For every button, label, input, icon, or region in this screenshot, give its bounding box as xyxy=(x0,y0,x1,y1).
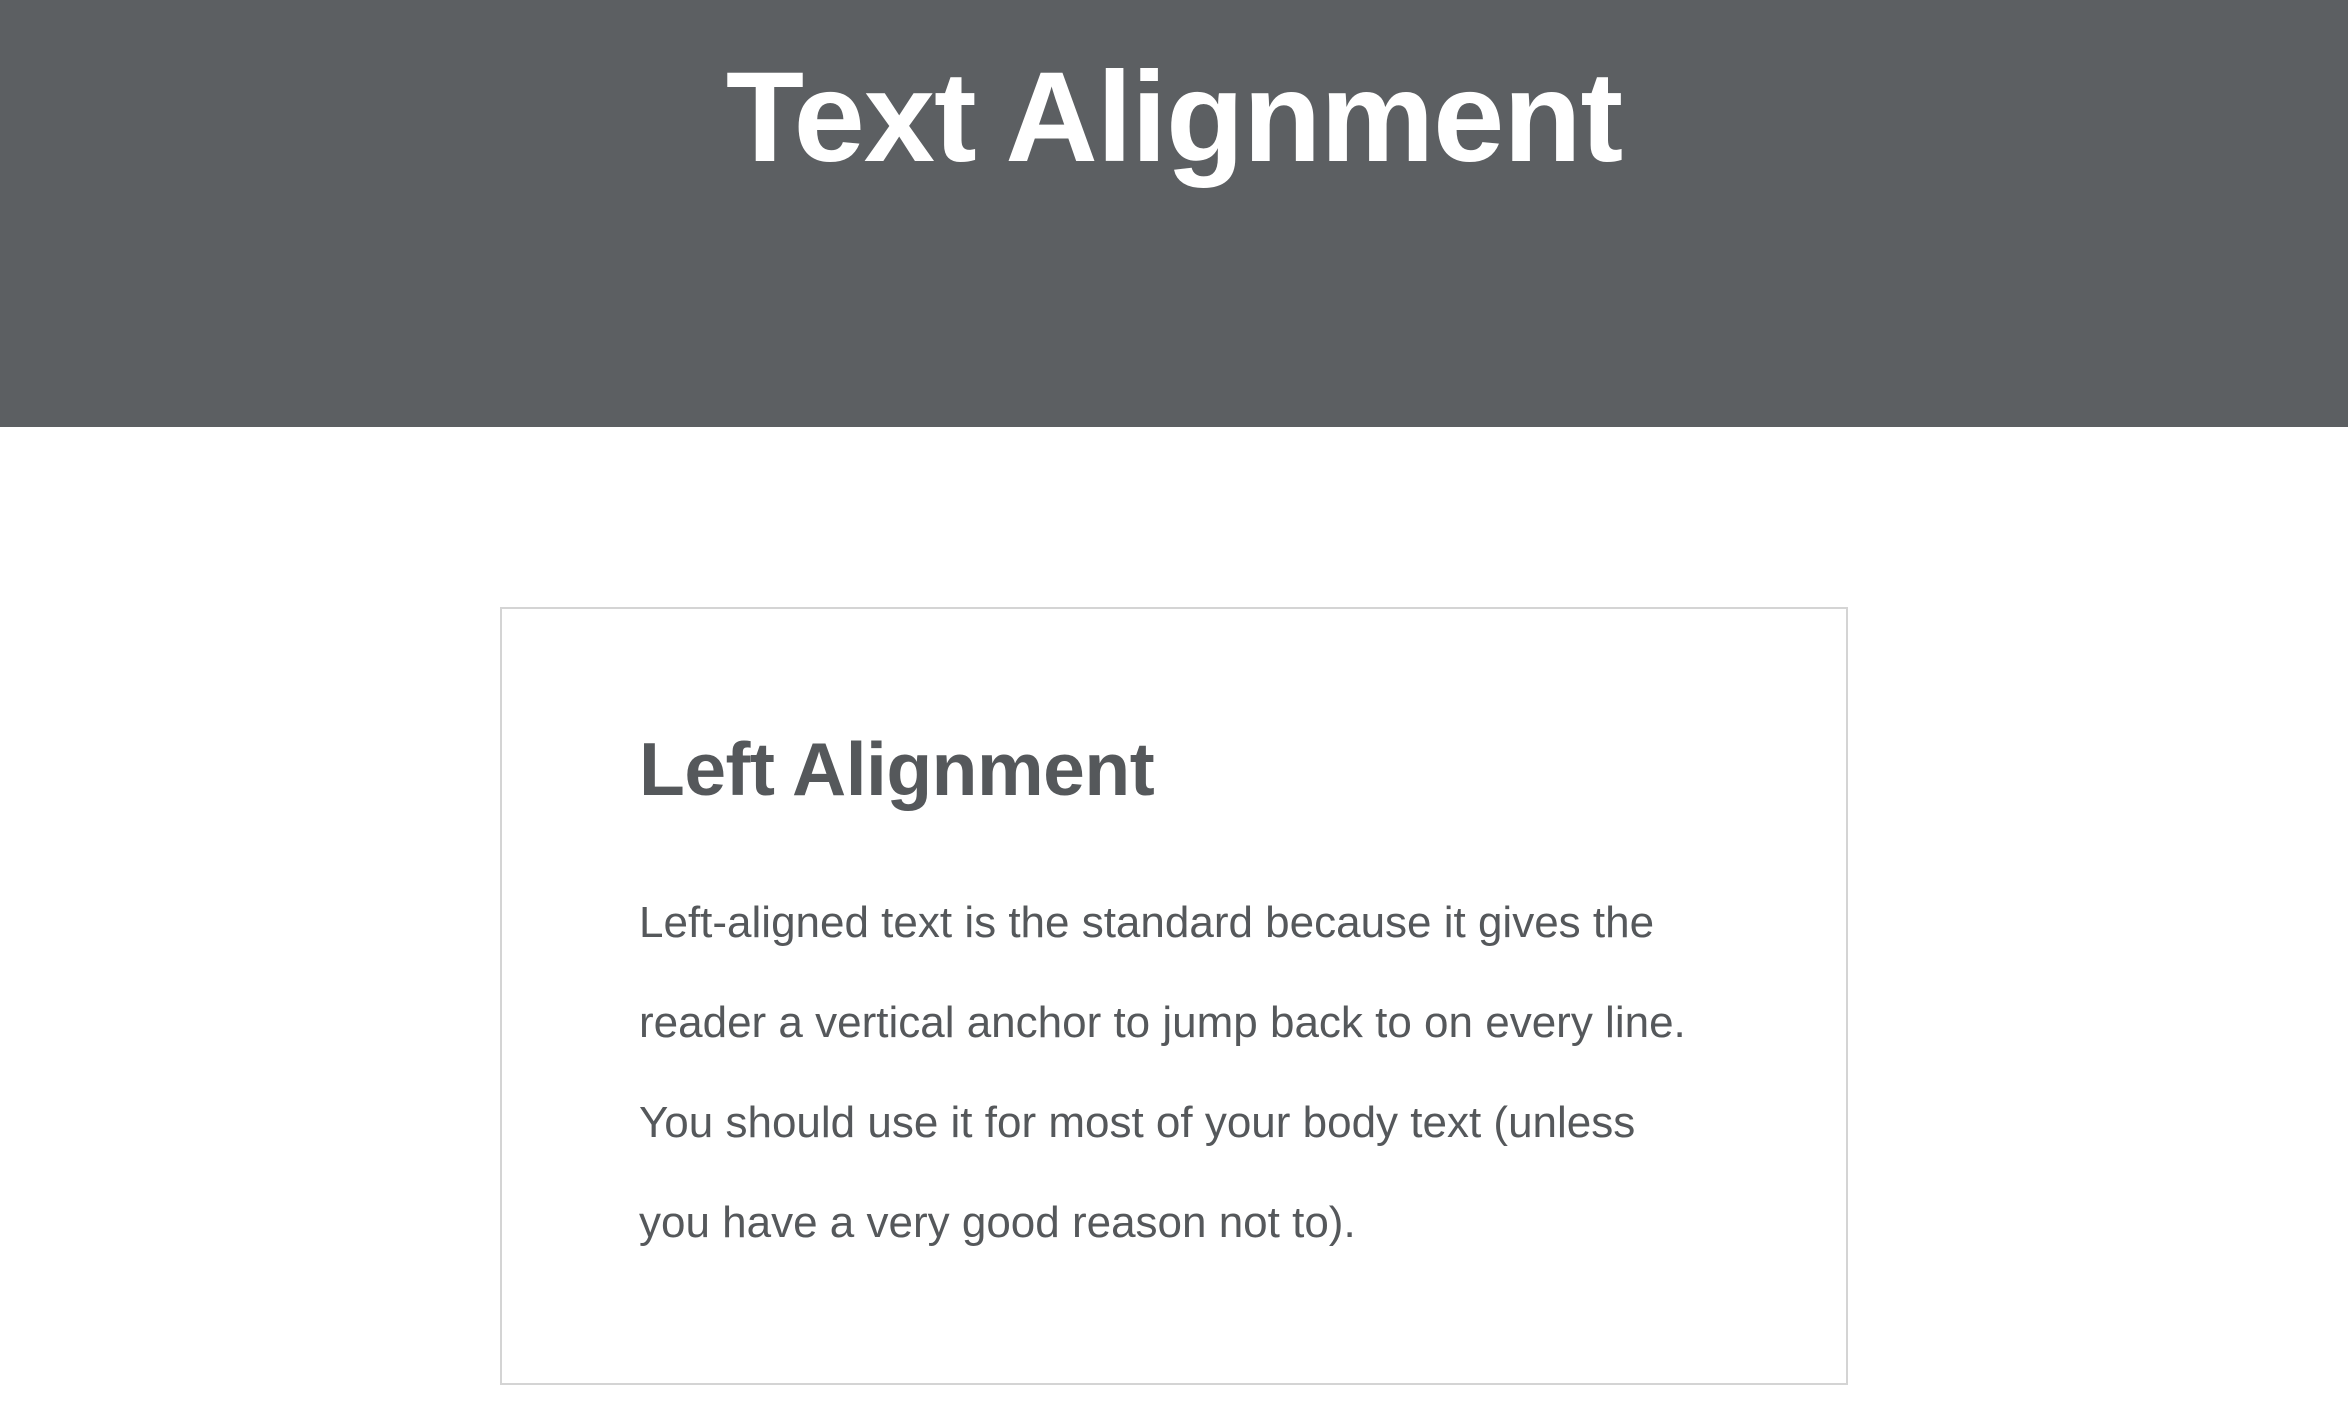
body-text-line: reader a vertical anchor to jump back to… xyxy=(639,998,1686,1047)
page: Text Alignment Left Alignment Left-align… xyxy=(0,0,2348,1415)
card-body-text: Left-aligned text is the standard becaus… xyxy=(639,873,1739,1273)
hero-banner: Text Alignment xyxy=(0,0,2348,427)
page-title: Text Alignment xyxy=(725,46,1623,189)
body-text-line: You should use it for most of your body … xyxy=(639,1098,1636,1147)
body-text-line: Left-aligned text is the standard becaus… xyxy=(639,898,1655,947)
body-text-line: you have a very good reason not to). xyxy=(639,1198,1356,1247)
left-alignment-card: Left Alignment Left-aligned text is the … xyxy=(500,607,1848,1385)
card-heading: Left Alignment xyxy=(639,727,1155,811)
